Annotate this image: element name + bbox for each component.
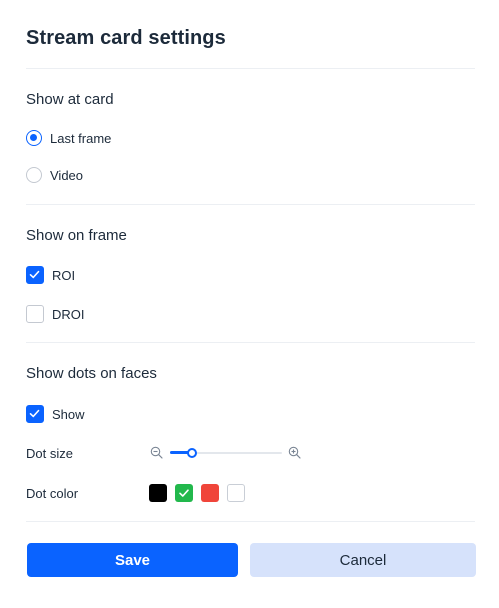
dot-color-label: Dot color <box>26 486 79 501</box>
checkbox-show-dots[interactable] <box>26 405 44 423</box>
radio-label-video: Video <box>50 167 84 183</box>
dot-size-slider[interactable] <box>150 444 302 462</box>
divider <box>26 521 475 522</box>
color-swatch-white[interactable] <box>227 484 245 502</box>
checkbox-droi[interactable] <box>26 305 44 323</box>
cancel-button[interactable]: Cancel <box>250 543 476 577</box>
check-icon <box>29 409 40 418</box>
save-button[interactable]: Save <box>27 543 238 577</box>
check-icon <box>179 489 189 497</box>
slider-thumb[interactable] <box>187 448 198 458</box>
dialog-title: Stream card settings <box>26 27 226 49</box>
dot-size-label: Dot size <box>26 446 73 461</box>
radio-label-last-frame: Last frame <box>50 130 112 146</box>
radio-option-video[interactable]: Video <box>26 167 83 183</box>
divider <box>26 342 475 343</box>
checkbox-option-roi[interactable]: ROI <box>26 266 75 284</box>
color-swatch-green[interactable] <box>175 484 193 502</box>
section-title-show-on-frame: Show on frame <box>26 227 127 244</box>
radio-last-frame[interactable] <box>26 130 42 146</box>
stream-card-settings-dialog: Stream card settings Show at card Last f… <box>0 0 499 608</box>
radio-video[interactable] <box>26 167 42 183</box>
dot-color-swatches <box>149 484 253 502</box>
section-title-show-dots-on-faces: Show dots on faces <box>26 365 157 382</box>
checkbox-label-droi: DROI <box>52 306 85 322</box>
color-swatch-black[interactable] <box>149 484 167 502</box>
color-swatch-red[interactable] <box>201 484 219 502</box>
divider <box>26 204 475 205</box>
section-title-show-at-card: Show at card <box>26 91 114 108</box>
zoom-out-icon[interactable] <box>150 446 163 459</box>
checkbox-option-show-dots[interactable]: Show <box>26 405 85 423</box>
checkbox-label-show-dots: Show <box>52 406 85 422</box>
radio-option-last-frame[interactable]: Last frame <box>26 130 111 146</box>
checkbox-option-droi[interactable]: DROI <box>26 305 85 323</box>
check-icon <box>29 270 40 279</box>
checkbox-label-roi: ROI <box>52 267 76 283</box>
checkbox-roi[interactable] <box>26 266 44 284</box>
zoom-in-icon[interactable] <box>288 446 301 459</box>
divider <box>26 68 475 69</box>
